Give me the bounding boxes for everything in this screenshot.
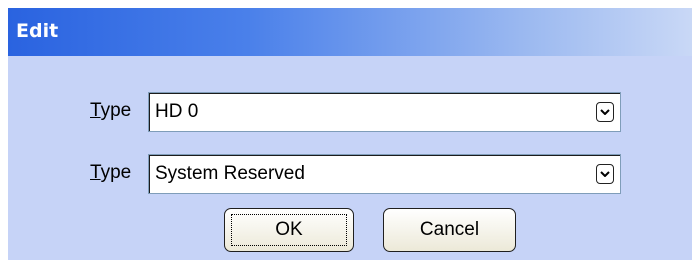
type-label: Type bbox=[90, 100, 131, 122]
type-label-mnemonic: T bbox=[90, 100, 101, 121]
partition-type-value: System Reserved bbox=[155, 163, 305, 184]
type-label: Type bbox=[90, 162, 131, 184]
edit-dialog: Edit Type HD 0 Type System Reserved OK C… bbox=[0, 0, 692, 260]
cancel-button[interactable]: Cancel bbox=[383, 208, 516, 252]
ok-button[interactable]: OK bbox=[224, 208, 354, 252]
ok-button-label: OK bbox=[275, 219, 303, 240]
dialog-title: Edit bbox=[16, 20, 59, 42]
cancel-button-label: Cancel bbox=[419, 219, 480, 240]
partition-type-dropdown[interactable]: System Reserved bbox=[148, 154, 621, 194]
chevron-down-icon bbox=[600, 171, 610, 177]
dropdown-button[interactable] bbox=[596, 164, 614, 184]
type-label-text: ype bbox=[100, 100, 132, 121]
dropdown-button[interactable] bbox=[596, 102, 614, 122]
disk-type-value: HD 0 bbox=[155, 101, 199, 122]
type-label-text: ype bbox=[100, 162, 132, 183]
chevron-down-icon bbox=[600, 109, 610, 115]
type-label-mnemonic: T bbox=[90, 162, 101, 183]
disk-type-dropdown[interactable]: HD 0 bbox=[148, 92, 621, 132]
title-bar[interactable]: Edit bbox=[8, 8, 692, 56]
